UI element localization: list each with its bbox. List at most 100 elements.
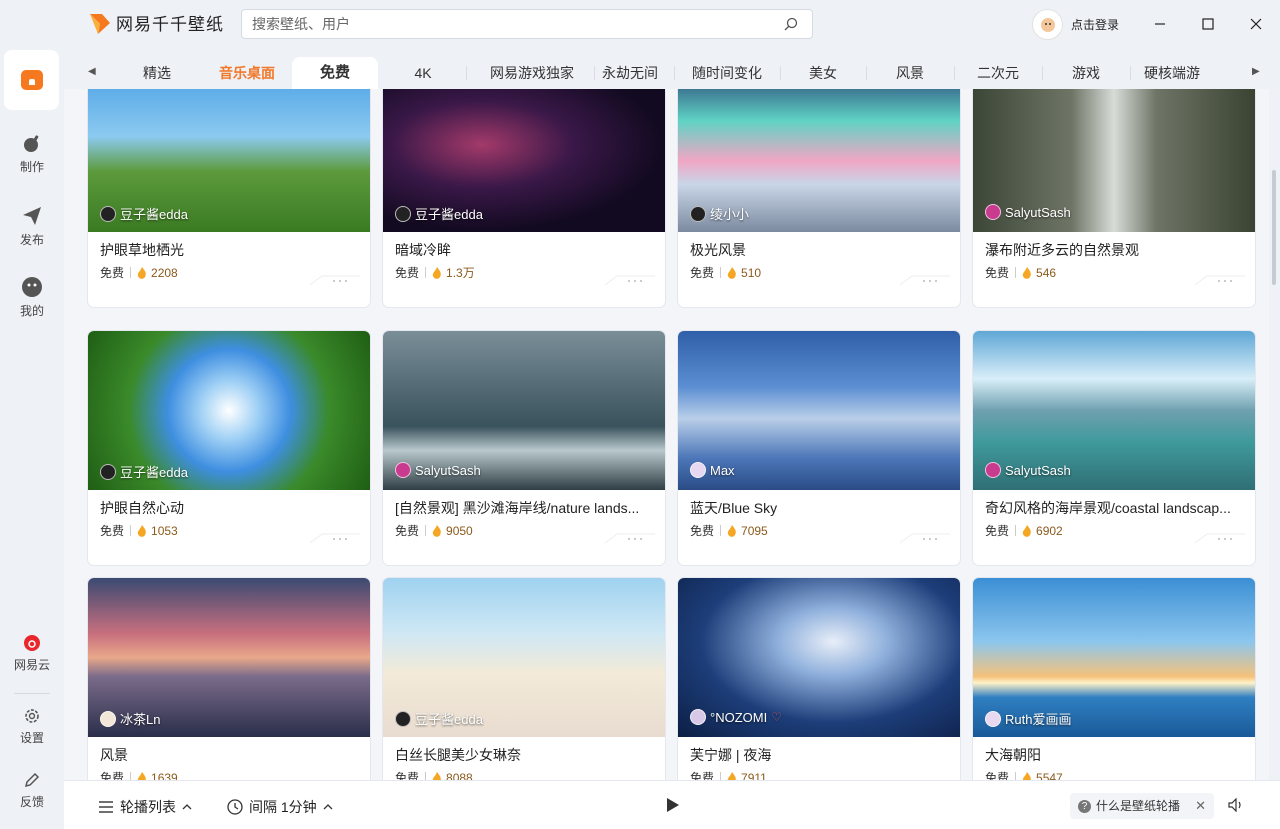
wallpaper-meta: 免费 546 [985,264,1056,281]
volume-icon[interactable] [1228,798,1244,812]
more-icon[interactable] [900,272,950,286]
tab-music-desktop[interactable]: 音乐桌面 [204,57,290,89]
more-icon[interactable] [605,272,655,286]
tabs-scroll-left-icon[interactable]: ◀ [88,66,96,77]
author-tag[interactable]: 绫小小 [690,204,749,223]
minimize-icon[interactable] [1150,14,1170,34]
author-tag[interactable]: 豆子酱edda [100,204,188,223]
author-tag[interactable]: Max [690,462,735,478]
play-icon[interactable] [666,797,680,813]
author-tag[interactable]: 豆子酱edda [395,709,483,728]
close-icon[interactable]: ✕ [1195,793,1206,819]
author-tag[interactable]: SalyutSash [985,462,1071,478]
tab-divider [466,66,467,80]
more-icon[interactable] [1195,272,1245,286]
wallpaper-meta: 免费 510 [690,264,761,281]
author-name: Max [710,462,735,478]
wallpaper-title: 暗域冷眸 [395,242,451,258]
more-icon[interactable] [1195,530,1245,544]
avatar [100,205,116,222]
send-icon [23,207,41,225]
wallpaper-card[interactable]: SalyutSash 瀑布附近多云的自然景观 免费 546 [973,89,1255,307]
interval-label: 间隔 1分钟 [249,799,317,815]
tab-divider [1042,66,1043,80]
wallpaper-card[interactable]: 豆子酱edda 暗域冷眸 免费 1.3万 [383,89,665,307]
help-tip[interactable]: ? 什么是壁纸轮播 ✕ [1070,793,1215,819]
author-name: °NOZOMI [710,709,768,725]
wallpaper-meta: 免费 7911 [690,769,767,780]
interval-button[interactable]: 间隔 1分钟 [227,797,333,817]
author-name: 冰茶Ln [120,712,161,727]
wallpaper-card[interactable]: 冰茶Ln 风景 免费 1639 [88,578,370,780]
wallpaper-card[interactable]: Max 蓝天/Blue Sky 免费 7095 [678,331,960,565]
author-tag[interactable]: SalyutSash [395,462,481,478]
more-icon[interactable] [605,530,655,544]
tab-featured[interactable]: 精选 [122,57,192,89]
search-icon[interactable] [784,17,798,31]
sidebar-item-publish[interactable]: 发布 [0,205,64,248]
wallpaper-title: 大海朝阳 [985,747,1041,763]
tab-beauty[interactable]: 美女 [784,57,862,89]
wallpaper-card[interactable]: SalyutSash [自然景观] 黑沙滩海岸线/nature lands...… [383,331,665,565]
author-tag[interactable]: Ruth爱画画 [985,709,1071,728]
avatar [395,205,411,222]
tab-naraka[interactable]: 永劫无间 [594,57,666,89]
avatar [690,462,706,478]
more-icon[interactable] [310,530,360,544]
wallpaper-card[interactable]: Ruth爱画画 大海朝阳 免费 5547 [973,578,1255,780]
wallpaper-meta: 免费 8088 [395,769,473,780]
more-icon[interactable] [900,530,950,544]
tab-netease-games[interactable]: 网易游戏独家 [470,57,594,89]
sidebar-item-mine[interactable]: 我的 [0,276,64,319]
netease-cloud-music-icon [24,635,40,651]
app-logo-icon [90,13,110,34]
sidebar-item-feedback[interactable]: 反馈 [0,771,64,810]
likes-count: 1053 [151,523,178,538]
tab-time-based[interactable]: 随时间变化 [678,57,776,89]
tab-scenery[interactable]: 风景 [870,57,950,89]
tab-4k[interactable]: 4K [382,57,464,89]
author-tag[interactable]: 冰茶Ln [100,709,160,728]
meta-divider [720,772,722,780]
price-label: 免费 [690,266,715,280]
login-button[interactable]: 点击登录 [1032,9,1119,40]
author-tag[interactable]: °NOZOMI ♡ [690,709,782,725]
flame-icon [727,771,736,780]
flame-icon [432,771,441,780]
tab-hardcore-pc-games[interactable]: 硬核端游 [1130,57,1214,89]
tab-anime[interactable]: 二次元 [958,57,1038,89]
author-tag[interactable]: 豆子酱edda [100,462,188,481]
maximize-icon[interactable] [1198,14,1218,34]
likes-count: 7095 [741,523,768,538]
search-input[interactable] [242,10,762,38]
tab-free[interactable]: 免费 [292,57,378,89]
search-box[interactable] [241,9,813,39]
sidebar-item-home[interactable] [4,50,59,110]
likes-count: 546 [1036,265,1057,280]
wallpaper-card[interactable]: SalyutSash 奇幻风格的海岸景观/coastal landscap...… [973,331,1255,565]
more-icon[interactable] [310,272,360,286]
likes-count: 2208 [151,265,178,280]
close-icon[interactable] [1246,14,1266,34]
wallpaper-card[interactable]: 豆子酱edda 护眼草地栖光 免费 2208 [88,89,370,307]
chevron-up-icon [323,804,333,810]
sidebar-item-label: 发布 [19,233,44,247]
wallpaper-title: 护眼草地栖光 [100,242,184,258]
wallpaper-title: 白丝长腿美少女琳奈 [395,747,521,763]
scrollbar-thumb[interactable] [1272,170,1276,285]
tabs-scroll-right-icon[interactable]: ▶ [1252,66,1260,77]
wallpaper-card[interactable]: 绫小小 极光风景 免费 510 [678,89,960,307]
sidebar-item-netease-cloud[interactable]: 网易云 [0,634,64,673]
wallpaper-card[interactable]: 豆子酱edda 护眼自然心动 免费 1053 [88,331,370,565]
author-tag[interactable]: SalyutSash [985,204,1071,220]
wallpaper-card[interactable]: 豆子酱edda 白丝长腿美少女琳奈 免费 8088 [383,578,665,780]
author-tag[interactable]: 豆子酱edda [395,204,483,223]
tab-games[interactable]: 游戏 [1046,57,1126,89]
wallpaper-card[interactable]: °NOZOMI ♡ 芙宁娜 | 夜海 免费 7911 [678,578,960,780]
wallpaper-title: 芙宁娜 | 夜海 [690,747,772,763]
sidebar-item-settings[interactable]: 设置 [0,707,64,746]
sidebar-item-label: 设置 [19,731,44,745]
playlist-button[interactable]: 轮播列表 [98,797,192,817]
sidebar-item-create[interactable]: 制作 [0,132,64,175]
price-label: 免费 [690,524,715,538]
